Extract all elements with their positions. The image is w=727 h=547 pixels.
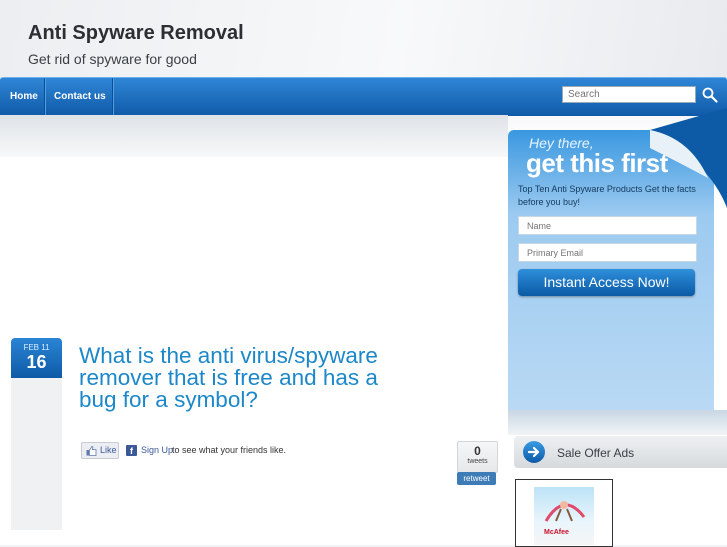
thumbs-up-icon (86, 446, 97, 456)
instant-access-button[interactable]: Instant Access Now! (518, 269, 695, 296)
post-date-month: FEB 11 (23, 343, 50, 352)
sale-offer-title: Sale Offer Ads (557, 446, 635, 460)
tweet-count: 0 (474, 444, 481, 458)
search-icon[interactable] (701, 86, 719, 104)
post-date-day: 16 (26, 352, 47, 372)
nav-item-home[interactable]: Home (10, 78, 38, 116)
facebook-signup-link[interactable]: Sign Up (141, 445, 173, 455)
like-label: Like (100, 445, 117, 455)
nav-divider (112, 78, 113, 116)
site-title[interactable]: Anti Spyware Removal (28, 22, 244, 45)
search-input[interactable] (562, 86, 696, 103)
facebook-like-button[interactable]: Like (81, 442, 119, 459)
nav-item-contact[interactable]: Contact us (54, 78, 106, 116)
ad-product-image[interactable] (534, 487, 594, 545)
email-field[interactable] (518, 243, 697, 262)
tweet-label: tweets (467, 458, 488, 465)
optin-description: Top Ten Anti Spyware Products Get the fa… (518, 184, 696, 207)
ad-figure-graphic (544, 501, 586, 522)
facebook-icon: f (126, 445, 137, 456)
optin-footer-strip (508, 410, 727, 435)
facebook-friends-text: to see what your friends like. (172, 445, 287, 455)
post-date-badge: FEB 11 16 (11, 338, 62, 378)
ad-brand-logo: McAfee (544, 529, 569, 536)
post-date-rail (11, 378, 62, 530)
name-field[interactable] (518, 216, 697, 235)
content-top-bar (0, 115, 508, 157)
arrow-right-icon (523, 441, 545, 463)
tweet-counter: 0 tweets (457, 441, 498, 473)
nav-divider (44, 78, 45, 116)
retweet-button[interactable]: retweet (457, 472, 496, 485)
site-tagline: Get rid of spyware for good (28, 51, 197, 67)
post-title[interactable]: What is the anti virus/spyware remover t… (79, 344, 384, 411)
optin-headline: get this first (526, 148, 668, 178)
